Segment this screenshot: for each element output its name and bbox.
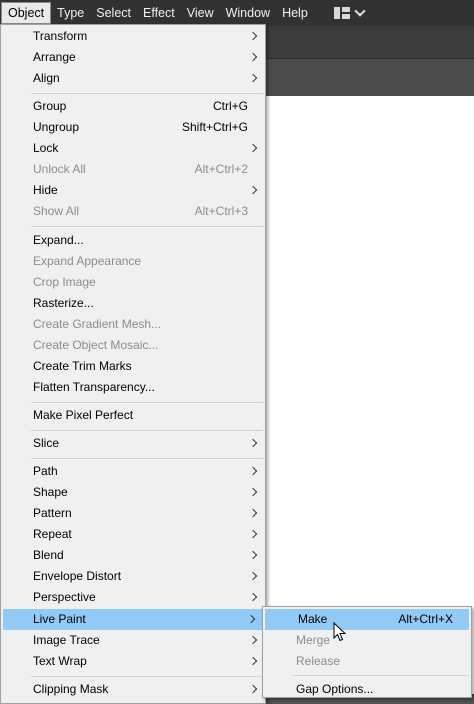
- menu-item-ungroup[interactable]: Ungroup Shift+Ctrl+G: [1, 117, 265, 138]
- live-paint-submenu: Make Alt+Ctrl+X Merge Release Gap Options…: [262, 606, 472, 698]
- menu-bar: Object Type Select Effect View Window He…: [0, 0, 474, 26]
- menu-effect[interactable]: Effect: [137, 2, 181, 24]
- menu-item-transform[interactable]: Transform: [1, 26, 265, 47]
- menu-item-image-trace[interactable]: Image Trace: [1, 630, 265, 651]
- menu-separator: [31, 676, 263, 677]
- chevron-right-icon: [248, 73, 258, 83]
- menu-window[interactable]: Window: [220, 2, 276, 24]
- chevron-right-icon: [248, 684, 258, 694]
- submenu-item-release: Release: [296, 654, 341, 668]
- menu-separator: [293, 675, 469, 676]
- menu-item-repeat[interactable]: Repeat: [1, 524, 265, 545]
- menu-item-expand-appearance: Expand Appearance: [33, 254, 142, 268]
- menu-item-envelope-distort[interactable]: Envelope Distort: [1, 566, 265, 587]
- menu-item-create-object-mosaic: Create Object Mosaic...: [33, 338, 159, 352]
- chevron-right-icon: [248, 438, 258, 448]
- menu-item-blend[interactable]: Blend: [1, 545, 265, 566]
- menu-object[interactable]: Object: [1, 2, 52, 24]
- menu-type[interactable]: Type: [51, 2, 90, 24]
- menu-item-align[interactable]: Align: [1, 68, 265, 89]
- menu-item-lock[interactable]: Lock: [1, 138, 265, 159]
- menu-item-crop-image: Crop Image: [33, 275, 96, 289]
- menu-item-slice[interactable]: Slice: [1, 433, 265, 454]
- menu-item-show-all: Show All Alt+Ctrl+3: [33, 204, 248, 218]
- chevron-right-icon: [248, 466, 258, 476]
- chevron-right-icon: [248, 571, 258, 581]
- menu-separator: [31, 93, 263, 94]
- menu-help[interactable]: Help: [276, 2, 314, 24]
- chevron-right-icon: [248, 52, 258, 62]
- menu-item-create-trim-marks[interactable]: Create Trim Marks: [1, 356, 265, 377]
- chevron-right-icon: [246, 614, 256, 624]
- menu-separator: [31, 430, 263, 431]
- menu-item-live-paint[interactable]: Live Paint: [3, 609, 263, 630]
- menu-select[interactable]: Select: [90, 2, 137, 24]
- chevron-right-icon: [248, 487, 258, 497]
- menu-item-text-wrap[interactable]: Text Wrap: [1, 651, 265, 672]
- menu-item-perspective[interactable]: Perspective: [1, 587, 265, 608]
- object-menu: Transform Arrange Align Group Ctrl+G Ungr…: [0, 24, 266, 704]
- mouse-cursor-icon: [333, 622, 347, 642]
- menu-item-hide[interactable]: Hide: [1, 180, 265, 201]
- menu-item-path[interactable]: Path: [1, 461, 265, 482]
- chevron-down-icon: [354, 5, 366, 17]
- menu-item-unlock-all: Unlock All Alt+Ctrl+2: [33, 162, 248, 176]
- menu-separator: [31, 226, 263, 227]
- menu-item-create-gradient-mesh: Create Gradient Mesh...: [33, 317, 162, 331]
- chevron-right-icon: [248, 185, 258, 195]
- menu-item-pattern[interactable]: Pattern: [1, 503, 265, 524]
- chevron-right-icon: [248, 550, 258, 560]
- submenu-item-gap-options[interactable]: Gap Options...: [263, 679, 471, 700]
- chevron-right-icon: [248, 592, 258, 602]
- chevron-right-icon: [248, 656, 258, 666]
- chevron-right-icon: [248, 508, 258, 518]
- menu-item-group[interactable]: Group Ctrl+G: [1, 96, 265, 117]
- menu-separator: [31, 402, 263, 403]
- menu-item-flatten-transparency[interactable]: Flatten Transparency...: [1, 377, 265, 398]
- chevron-right-icon: [248, 635, 258, 645]
- menu-separator: [31, 458, 263, 459]
- menu-item-expand[interactable]: Expand...: [1, 230, 265, 251]
- workspace-switcher[interactable]: [333, 2, 366, 24]
- menu-item-shape[interactable]: Shape: [1, 482, 265, 503]
- submenu-item-merge: Merge: [296, 633, 331, 647]
- chevron-right-icon: [248, 31, 258, 41]
- menu-view[interactable]: View: [181, 2, 220, 24]
- chevron-right-icon: [248, 529, 258, 539]
- menu-item-clipping-mask[interactable]: Clipping Mask: [1, 679, 265, 700]
- menu-item-make-pixel-perfect[interactable]: Make Pixel Perfect: [1, 405, 265, 426]
- workspace-layout-icon: [333, 7, 350, 19]
- chevron-right-icon: [248, 143, 258, 153]
- artboard-canvas[interactable]: [250, 96, 474, 694]
- menu-item-rasterize[interactable]: Rasterize...: [1, 293, 265, 314]
- submenu-item-make[interactable]: Make Alt+Ctrl+X: [265, 609, 469, 630]
- menu-item-arrange[interactable]: Arrange: [1, 47, 265, 68]
